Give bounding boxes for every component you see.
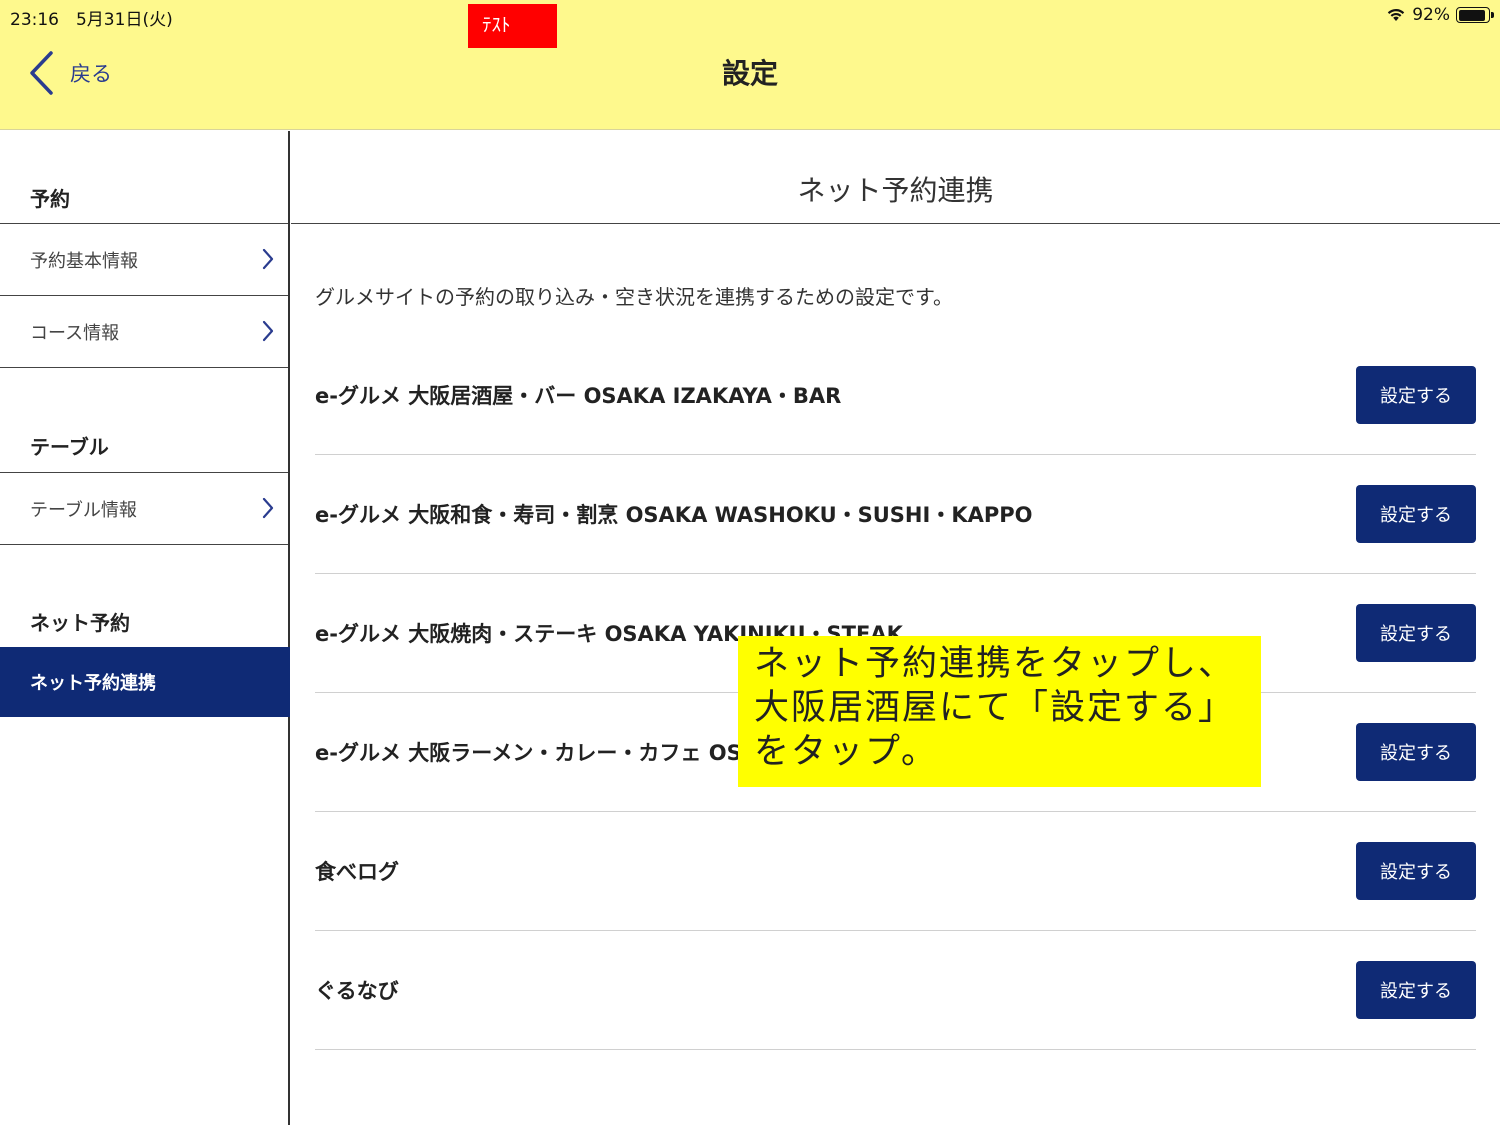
callout-line: 大阪居酒屋にて「設定する」 xyxy=(754,688,1236,728)
instruction-callout: ネット予約連携をタップし、 大阪居酒屋にて「設定する」 をタップ。 xyxy=(738,636,1261,787)
site-name: ぐるなび xyxy=(315,979,399,1003)
title-divider xyxy=(291,223,1500,224)
sidebar-item-label: コース情報 xyxy=(30,322,120,344)
main-panel: ネット予約連携 グルメサイトの予約の取り込み・空き状況を連携するための設定です。… xyxy=(291,131,1500,1125)
list-item: 食べログ 設定する xyxy=(315,812,1476,931)
list-item: e-グルメ 大阪居酒屋・バー OSAKA IZAKAYA・BAR 設定する xyxy=(315,336,1476,455)
setup-button[interactable]: 設定する xyxy=(1356,604,1476,662)
sidebar-item-reservation-basic[interactable]: 予約基本情報 xyxy=(0,224,288,296)
status-indicators: 92% xyxy=(1386,5,1494,25)
test-badge: ﾃｽﾄ xyxy=(468,4,557,48)
battery-icon xyxy=(1456,7,1494,23)
list-item: ぐるなび 設定する xyxy=(315,931,1476,1050)
setup-button[interactable]: 設定する xyxy=(1356,961,1476,1019)
wifi-icon xyxy=(1388,9,1405,21)
status-time: 23:16 5月31日(火) xyxy=(10,10,173,30)
sidebar-item-label: ネット予約連携 xyxy=(30,673,156,694)
battery-fill xyxy=(1458,9,1486,21)
site-name: e-グルメ 大阪和食・寿司・割烹 OSAKA WASHOKU・SUSHI・KAP… xyxy=(315,503,1033,527)
setup-button[interactable]: 設定する xyxy=(1356,485,1476,543)
battery-percent: 92% xyxy=(1412,5,1450,25)
list-item: e-グルメ 大阪和食・寿司・割烹 OSAKA WASHOKU・SUSHI・KAP… xyxy=(315,455,1476,574)
page-title: 設定 xyxy=(721,57,778,90)
description: グルメサイトの予約の取り込み・空き状況を連携するための設定です。 xyxy=(315,285,953,309)
sidebar-section-reservation: 予約 xyxy=(30,187,70,211)
sidebar: 予約 予約基本情報 コース情報 テーブル テーブル情報 ネット予約 ネット予約連… xyxy=(0,131,290,1125)
site-name: 食べログ xyxy=(315,860,399,884)
setup-button[interactable]: 設定する xyxy=(1356,723,1476,781)
setup-button[interactable]: 設定する xyxy=(1356,842,1476,900)
callout-line: をタップ。 xyxy=(754,732,938,772)
chevron-right-icon xyxy=(262,248,274,270)
callout-line: ネット予約連携をタップし、 xyxy=(754,644,1236,684)
section-title: ネット予約連携 xyxy=(797,174,994,207)
sidebar-item-label: テーブル情報 xyxy=(30,499,137,521)
site-name: e-グルメ 大阪居酒屋・バー OSAKA IZAKAYA・BAR xyxy=(315,384,842,408)
sidebar-item-table-info[interactable]: テーブル情報 xyxy=(0,473,288,545)
sidebar-item-net-reservation-link[interactable]: ネット予約連携 xyxy=(0,647,290,717)
sidebar-item-label: 予約基本情報 xyxy=(30,250,138,272)
setup-button[interactable]: 設定する xyxy=(1356,366,1476,424)
chevron-right-icon xyxy=(262,320,274,342)
chevron-right-icon xyxy=(262,497,274,519)
sidebar-item-course[interactable]: コース情報 xyxy=(0,296,288,368)
nav-header: 23:16 5月31日(火) 92% ﾃｽﾄ 戻る 設定 xyxy=(0,0,1500,130)
sidebar-section-net-reservation: ネット予約 xyxy=(30,611,130,635)
sidebar-section-table: テーブル xyxy=(30,435,109,459)
